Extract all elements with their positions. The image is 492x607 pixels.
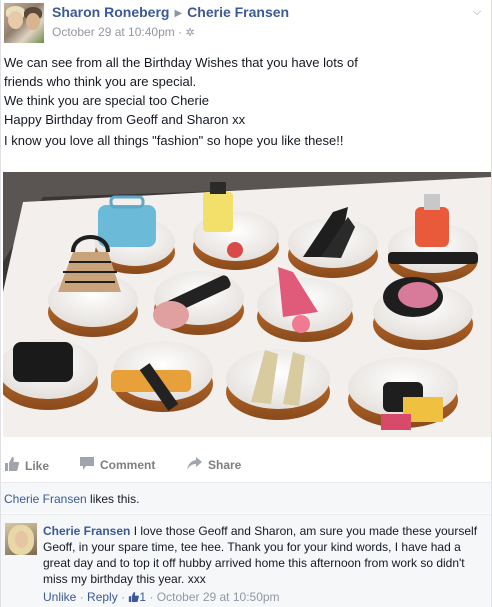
message-line: friends who think you are special. (4, 74, 197, 89)
like-label: Like (25, 458, 50, 473)
post-photo[interactable] (3, 172, 491, 437)
share-label: Share (208, 458, 242, 472)
post-header: Sharon Roneberg ▶ Cherie Fransen October 2… (1, 0, 491, 46)
comment-button[interactable]: Comment (80, 457, 155, 473)
comment-author-link[interactable]: Cherie Fransen (43, 524, 130, 538)
post-actions: Like Comment Share (1, 452, 491, 478)
comment-item: Cherie Fransen I love those Geoff and Sh… (1, 514, 491, 607)
footer-separator: · (121, 590, 126, 604)
reply-link[interactable]: Reply (87, 590, 118, 604)
likes-text: likes this. (86, 492, 140, 506)
comment-label: Comment (100, 458, 156, 472)
privacy-gear-icon[interactable]: ✲ (185, 27, 194, 39)
message-line: Happy Birthday from Geoff and Sharon xx (4, 112, 246, 127)
post-names: Sharon Roneberg ▶ Cherie Fransen (52, 4, 289, 20)
comment-bubble-icon (80, 457, 94, 473)
message-line: We can see from all the Birthday Wishes … (4, 55, 358, 70)
commenter-avatar[interactable] (5, 523, 37, 555)
share-button[interactable]: Share (187, 457, 241, 473)
comment-body: Cherie Fransen I love those Geoff and Sh… (43, 523, 487, 587)
comment-footer: Unlike · Reply · 1 · October 29 at 10:50… (43, 590, 280, 604)
meta-separator: · (178, 25, 183, 39)
post-message: We can see from all the Birthday Wishes … (4, 53, 484, 165)
message-paragraph: I know you love all things "fashion" so … (4, 133, 344, 148)
message-line: We think you are special too Cherie (4, 93, 209, 108)
share-arrow-icon (187, 457, 202, 473)
arrow-right-icon: ▶ (174, 8, 183, 19)
unlike-link[interactable]: Unlike (43, 590, 76, 604)
cupcakes-photo (3, 172, 491, 437)
author-avatar[interactable] (4, 3, 44, 43)
like-button[interactable]: Like (4, 457, 49, 474)
liker-name-link[interactable]: Cherie Fransen (4, 492, 87, 506)
likes-summary: Cherie Fransen likes this. (1, 482, 491, 513)
footer-separator: · (149, 590, 154, 604)
recipient-name-link[interactable]: Cherie Fransen (187, 4, 289, 20)
chevron-down-icon[interactable]: ⌵ (469, 4, 485, 20)
author-name-link[interactable]: Sharon Roneberg (52, 4, 169, 20)
comment-timestamp[interactable]: October 29 at 10:50pm (157, 590, 280, 604)
post-meta: October 29 at 10:40pm · ✲ (52, 25, 195, 39)
post-timestamp[interactable]: October 29 at 10:40pm (52, 25, 175, 39)
like-count-value: 1 (139, 590, 147, 604)
footer-separator: · (79, 590, 84, 604)
comment-like-count[interactable]: 1 (128, 590, 146, 604)
facebook-post: Sharon Roneberg ▶ Cherie Fransen October 2… (0, 0, 492, 607)
thumbs-up-icon (128, 590, 140, 604)
thumbs-up-icon (4, 457, 20, 474)
